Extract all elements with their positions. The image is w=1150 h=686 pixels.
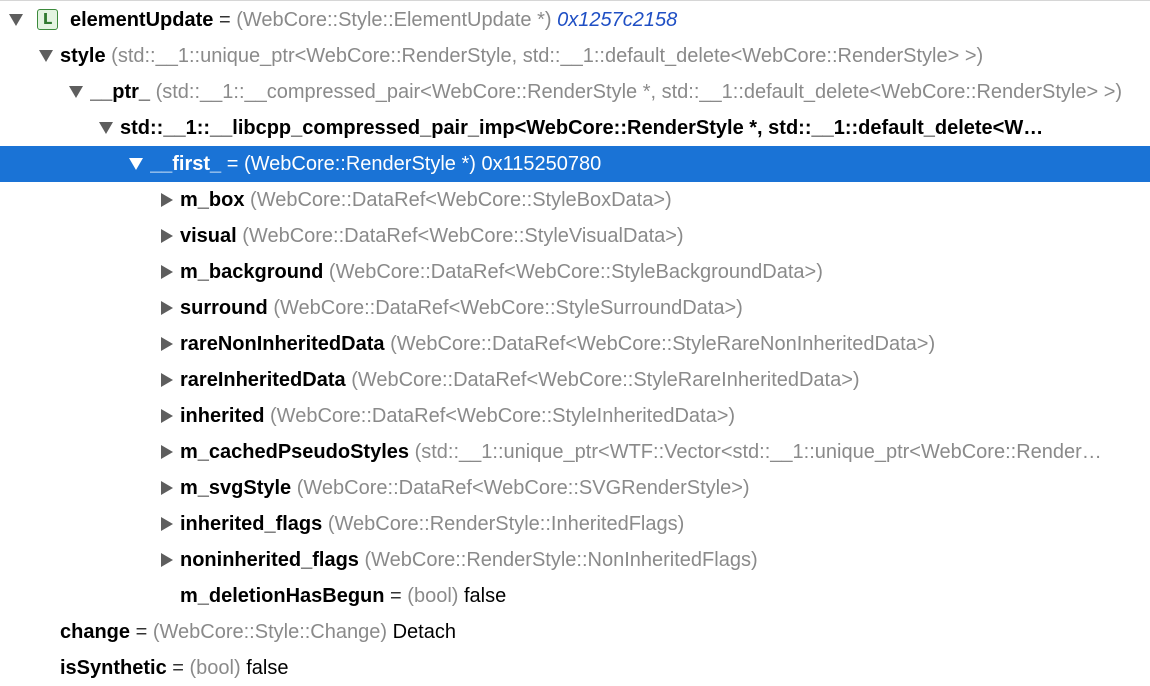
tree-row-m_cachedPseudoStyles[interactable]: m_cachedPseudoStyles (std::__1::unique_p… [0, 434, 1150, 470]
variable-name: style [60, 45, 106, 67]
disclosure-triangle-right-icon[interactable] [157, 398, 177, 434]
variable-name: m_svgStyle [180, 477, 292, 499]
disclosure-triangle-right-icon[interactable] [157, 254, 177, 290]
tree-row-isSynthetic[interactable]: isSynthetic = (bool) false [0, 650, 1150, 686]
assign-sign: = [390, 585, 402, 607]
tree-row-inherited_flags[interactable]: inherited_flags (WebCore::RenderStyle::I… [0, 506, 1150, 542]
tree-row-rareNonInheritedData[interactable]: rareNonInheritedData (WebCore::DataRef<W… [0, 326, 1150, 362]
assign-sign: = [172, 657, 184, 679]
variable-type: (WebCore::DataRef<WebCore::StyleRareNonI… [390, 333, 936, 355]
variable-type: (WebCore::DataRef<WebCore::StyleBackgrou… [328, 261, 823, 283]
variable-name: change [60, 621, 131, 643]
variable-name: __ptr_ [90, 81, 151, 103]
disclosure-triangle-down-icon[interactable] [67, 74, 87, 110]
variable-name: rareInheritedData [180, 369, 346, 391]
disclosure-triangle-down-icon[interactable] [7, 2, 27, 38]
variable-name: visual [180, 225, 237, 247]
variable-name: noninherited_flags [180, 549, 359, 571]
tree-row-ptr[interactable]: __ptr_ (std::__1::__compressed_pair<WebC… [0, 74, 1150, 110]
variable-type: (WebCore::DataRef<WebCore::StyleSurround… [273, 297, 743, 319]
tree-row-elementUpdate[interactable]: L elementUpdate = (WebCore::Style::Eleme… [0, 2, 1150, 38]
variable-type: (bool) [189, 657, 241, 679]
variable-value: false [246, 657, 289, 679]
assign-sign: = [226, 153, 239, 175]
disclosure-triangle-right-icon[interactable] [157, 290, 177, 326]
tree-row-visual[interactable]: visual (WebCore::DataRef<WebCore::StyleV… [0, 218, 1150, 254]
variable-value: 0x115250780 [481, 153, 602, 175]
assign-sign: = [135, 621, 148, 643]
local-variable-icon: L [37, 9, 58, 30]
variable-type: (WebCore::RenderStyle::NonInheritedFlags… [364, 549, 758, 571]
tree-row-inherited[interactable]: inherited (WebCore::DataRef<WebCore::Sty… [0, 398, 1150, 434]
variable-type: (WebCore::RenderStyle::InheritedFlags) [327, 513, 685, 535]
variable-name: surround [180, 297, 268, 319]
variables-tree[interactable]: L elementUpdate = (WebCore::Style::Eleme… [0, 2, 1150, 686]
variable-name: inherited_flags [180, 513, 323, 535]
disclosure-triangle-right-icon[interactable] [157, 362, 177, 398]
variable-type: (WebCore::DataRef<WebCore::StyleBoxData>… [250, 189, 672, 211]
variable-value: Detach [392, 621, 456, 643]
tree-row-compressed-pair-imp[interactable]: std::__1::__libcpp_compressed_pair_imp<W… [0, 110, 1150, 146]
variable-name: m_deletionHasBegun [180, 585, 385, 607]
variable-name: elementUpdate [70, 9, 214, 31]
variable-type: (WebCore::Style::ElementUpdate *) [236, 9, 552, 31]
disclosure-triangle-down-icon[interactable] [37, 38, 57, 74]
variable-name: rareNonInheritedData [180, 333, 385, 355]
variable-name: m_cachedPseudoStyles [180, 441, 409, 463]
disclosure-triangle-right-icon[interactable] [157, 506, 177, 542]
tree-row-first-selected[interactable]: __first_ = (WebCore::RenderStyle *) 0x11… [0, 146, 1150, 182]
variable-type: (bool) [407, 585, 459, 607]
tree-row-surround[interactable]: surround (WebCore::DataRef<WebCore::Styl… [0, 290, 1150, 326]
disclosure-triangle-right-icon[interactable] [157, 470, 177, 506]
variable-type: (std::__1::unique_ptr<WebCore::RenderSty… [111, 45, 984, 67]
tree-row-change[interactable]: change = (WebCore::Style::Change) Detach [0, 614, 1150, 650]
variable-type: (WebCore::DataRef<WebCore::StyleInherite… [270, 405, 736, 427]
variable-value: 0x1257c2158 [557, 9, 678, 31]
tree-row-m_svgStyle[interactable]: m_svgStyle (WebCore::DataRef<WebCore::SV… [0, 470, 1150, 506]
variable-type: (std::__1::unique_ptr<WTF::Vector<std::_… [414, 441, 1102, 463]
variable-type: (std::__1::__compressed_pair<WebCore::Re… [155, 81, 1123, 103]
tree-row-style[interactable]: style (std::__1::unique_ptr<WebCore::Ren… [0, 38, 1150, 74]
variable-name: isSynthetic [60, 657, 167, 679]
tree-row-noninherited_flags[interactable]: noninherited_flags (WebCore::RenderStyle… [0, 542, 1150, 578]
variable-name: m_background [180, 261, 324, 283]
disclosure-triangle-down-icon[interactable] [127, 146, 147, 182]
disclosure-triangle-down-icon[interactable] [97, 110, 117, 146]
disclosure-triangle-right-icon[interactable] [157, 326, 177, 362]
variable-name: std::__1::__libcpp_compressed_pair_imp<W… [120, 117, 1044, 139]
assign-sign: = [218, 9, 231, 31]
disclosure-triangle-right-icon[interactable] [157, 542, 177, 578]
variable-name: inherited [180, 405, 265, 427]
variable-type: (WebCore::Style::Change) [152, 621, 388, 643]
disclosure-triangle-right-icon[interactable] [157, 434, 177, 470]
tree-row-m_deletionHasBegun[interactable]: m_deletionHasBegun = (bool) false [0, 578, 1150, 614]
variable-type: (WebCore::DataRef<WebCore::StyleRareInhe… [351, 369, 860, 391]
variable-type: (WebCore::RenderStyle *) [243, 153, 476, 175]
tree-row-rareInheritedData[interactable]: rareInheritedData (WebCore::DataRef<WebC… [0, 362, 1150, 398]
disclosure-triangle-right-icon[interactable] [157, 218, 177, 254]
variable-name: __first_ [150, 153, 222, 175]
variable-value: false [464, 585, 507, 607]
top-divider [0, 0, 1150, 1]
variable-type: (WebCore::DataRef<WebCore::SVGRenderStyl… [296, 477, 750, 499]
disclosure-triangle-right-icon[interactable] [157, 182, 177, 218]
variable-type: (WebCore::DataRef<WebCore::StyleVisualDa… [242, 225, 684, 247]
tree-row-m_box[interactable]: m_box (WebCore::DataRef<WebCore::StyleBo… [0, 182, 1150, 218]
tree-row-m_background[interactable]: m_background (WebCore::DataRef<WebCore::… [0, 254, 1150, 290]
variable-name: m_box [180, 189, 245, 211]
